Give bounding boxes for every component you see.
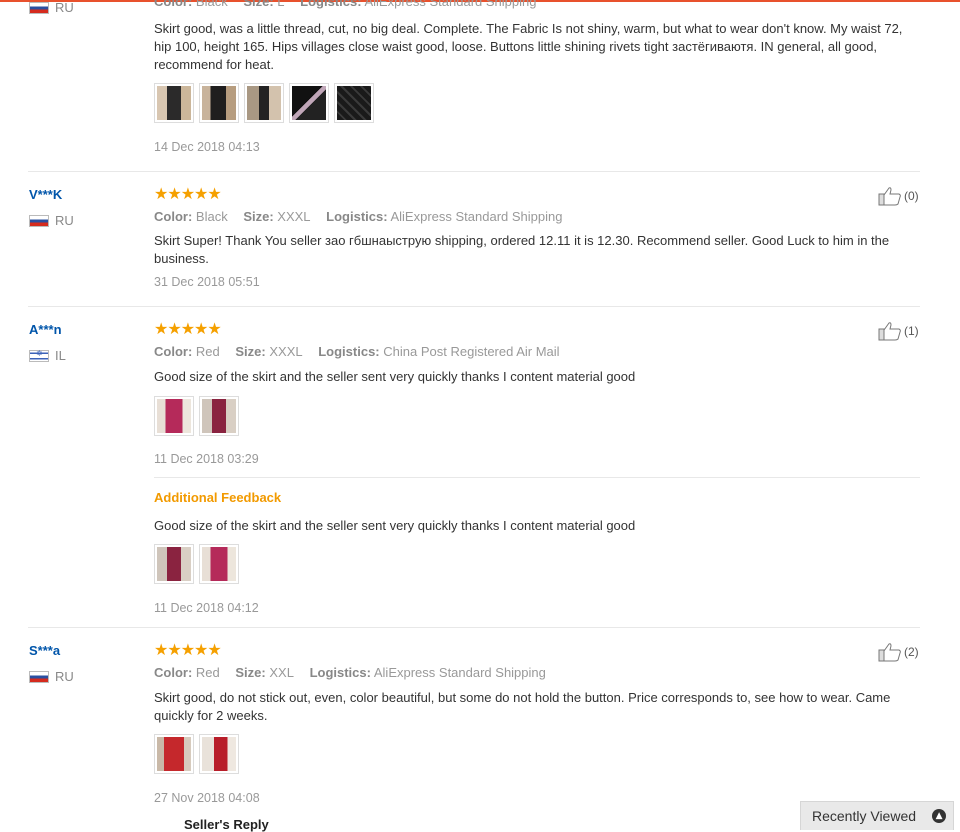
helpful-button[interactable]: (2) bbox=[878, 642, 919, 662]
star-rating: ★★★★★ bbox=[154, 319, 222, 338]
reviewer-country: RU bbox=[29, 0, 74, 15]
helpful-button[interactable]: (1) bbox=[878, 321, 919, 341]
review-photo-thumbnail[interactable] bbox=[199, 83, 239, 123]
helpful-count: (2) bbox=[904, 645, 919, 659]
review-photo-thumbnail[interactable] bbox=[154, 396, 194, 436]
review-photos bbox=[154, 83, 374, 123]
review-photo-thumbnail[interactable] bbox=[154, 83, 194, 123]
star-rating: ★★★★★ bbox=[154, 184, 222, 203]
review-photos bbox=[154, 396, 239, 436]
additional-feedback-date: 11 Dec 2018 04:12 bbox=[154, 601, 259, 615]
flag-ru-icon bbox=[29, 214, 49, 227]
review-text: Skirt Super! Thank You seller зао гбшнаы… bbox=[154, 233, 890, 266]
review-text: Skirt good, do not stick out, even, colo… bbox=[154, 690, 891, 723]
review-divider bbox=[28, 171, 920, 172]
review-date: 27 Nov 2018 04:08 bbox=[154, 791, 260, 805]
thumbs-up-icon bbox=[878, 187, 901, 206]
thumbs-up-icon bbox=[878, 643, 901, 662]
review-photo-thumbnail[interactable] bbox=[154, 544, 194, 584]
reviewer-name: S***a bbox=[29, 643, 61, 658]
flag-ru-icon bbox=[29, 670, 49, 683]
review-attributes: Color: Black Size: XXXL Logistics: AliEx… bbox=[154, 209, 563, 224]
reviewer-name: A***n bbox=[29, 322, 62, 337]
star-rating: ★★★★★ bbox=[154, 640, 222, 659]
review-photo-thumbnail[interactable] bbox=[289, 83, 329, 123]
review-date: 14 Dec 2018 04:13 bbox=[154, 140, 260, 154]
recently-viewed-tab[interactable]: Recently Viewed ▲ bbox=[800, 801, 954, 830]
reviewer-country: IL bbox=[29, 348, 66, 363]
review-photo-thumbnail[interactable] bbox=[199, 734, 239, 774]
additional-feedback-divider bbox=[154, 477, 920, 478]
helpful-button[interactable]: (0) bbox=[878, 186, 919, 206]
review-attributes: Color: Red Size: XXL Logistics: AliExpre… bbox=[154, 665, 546, 680]
chevron-up-icon: ▲ bbox=[932, 809, 947, 823]
review-photo-thumbnail[interactable] bbox=[244, 83, 284, 123]
recently-viewed-label: Recently Viewed bbox=[812, 808, 917, 824]
additional-feedback-text: Good size of the skirt and the seller se… bbox=[154, 518, 636, 533]
reviewer-name: V***K bbox=[29, 187, 63, 202]
review-divider bbox=[28, 306, 920, 307]
reviewer-country: RU bbox=[29, 213, 74, 228]
thumbs-up-icon bbox=[878, 322, 901, 341]
helpful-count: (1) bbox=[904, 324, 919, 338]
review-photo-thumbnail[interactable] bbox=[199, 396, 239, 436]
review-photo-thumbnail[interactable] bbox=[199, 544, 239, 584]
review-divider bbox=[28, 627, 920, 628]
review-photo-thumbnail[interactable] bbox=[334, 83, 374, 123]
flag-il-icon bbox=[29, 349, 49, 362]
helpful-count: (0) bbox=[904, 189, 919, 203]
review-photos bbox=[154, 734, 239, 774]
review-date: 31 Dec 2018 05:51 bbox=[154, 275, 260, 289]
review-date: 11 Dec 2018 03:29 bbox=[154, 452, 259, 466]
review-text: Skirt good, was a little thread, cut, no… bbox=[154, 21, 903, 72]
review-photo-thumbnail[interactable] bbox=[154, 734, 194, 774]
reviewer-country: RU bbox=[29, 669, 74, 684]
review-attributes: Color: Black Size: L Logistics: AliExpre… bbox=[154, 0, 537, 9]
review-attributes: Color: Red Size: XXXL Logistics: China P… bbox=[154, 344, 560, 359]
additional-feedback-title: Additional Feedback bbox=[154, 490, 282, 505]
flag-ru-icon bbox=[29, 1, 49, 14]
review-text: Good size of the skirt and the seller se… bbox=[154, 369, 636, 384]
additional-feedback-photos bbox=[154, 544, 239, 584]
